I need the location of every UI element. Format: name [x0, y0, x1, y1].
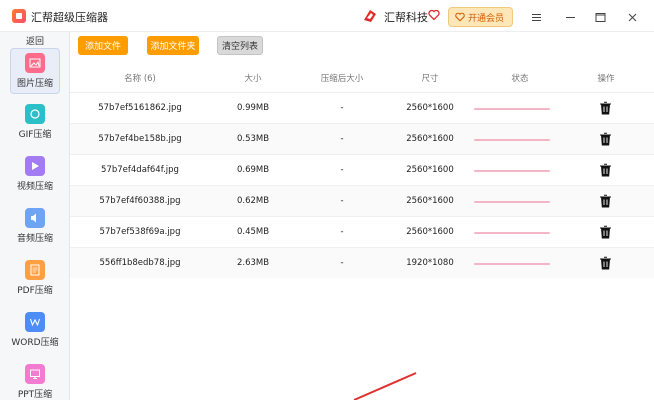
sidebar-item-word[interactable]: WORD压缩 — [10, 308, 60, 354]
maximize-icon — [595, 12, 605, 22]
file-name: 556ff1b8edb78.jpg — [99, 258, 181, 268]
compressed-size: - — [340, 165, 344, 175]
table-row[interactable]: 57b7ef4daf64f.jpg 0.69MB - 2560*1600 — [70, 154, 654, 185]
file-dimensions: 1920*1080 — [406, 258, 454, 268]
file-dimensions: 2560*1600 — [406, 196, 454, 206]
compressed-size: - — [340, 196, 344, 206]
audio-icon — [25, 208, 45, 228]
compressed-size: - — [340, 258, 344, 268]
ppt-icon — [25, 364, 45, 384]
heart-icon — [455, 12, 465, 22]
vip-button[interactable]: 开通会员 — [448, 7, 513, 27]
add-file-button[interactable]: 添加文件 — [78, 36, 128, 55]
compressed-size: - — [340, 227, 344, 237]
sidebar-item-label: PPT压缩 — [17, 390, 53, 400]
word-icon — [25, 312, 45, 332]
sidebar-item-video[interactable]: 视频压缩 — [10, 152, 60, 198]
table-row[interactable]: 556ff1b8edb78.jpg 2.63MB - 1920*1080 — [70, 247, 654, 278]
image-icon — [25, 53, 45, 73]
file-size: 0.53MB — [236, 134, 270, 144]
header-size: 大小 — [244, 74, 262, 84]
back-link[interactable]: 返回 — [0, 34, 70, 47]
sidebar-item-pdf[interactable]: PDF压缩 — [10, 256, 60, 302]
app-logo-icon — [12, 9, 26, 23]
sidebar-item-image[interactable]: 图片压缩 — [10, 48, 60, 94]
table-row[interactable]: 57b7ef4f60388.jpg 0.62MB - 2560*1600 — [70, 185, 654, 216]
delete-icon[interactable] — [599, 225, 612, 239]
sidebar-item-label: 视频压缩 — [16, 182, 53, 192]
status-progress-bar — [474, 232, 550, 234]
sidebar-item-label: 音频压缩 — [16, 234, 53, 244]
close-button[interactable] — [622, 7, 642, 27]
status-progress-bar — [474, 139, 550, 141]
delete-icon[interactable] — [599, 101, 612, 115]
add-folder-button[interactable]: 添加文件夹 — [147, 36, 199, 55]
sidebar-item-gif[interactable]: GIF压缩 — [10, 100, 60, 146]
title-bar: 汇帮超级压缩器 汇帮科技 开通会员 — [0, 0, 654, 32]
delete-icon[interactable] — [599, 194, 612, 208]
brand-name: 汇帮科技 — [384, 11, 428, 24]
status-progress-bar — [474, 170, 550, 172]
maximize-button[interactable] — [590, 7, 610, 27]
delete-icon[interactable] — [599, 256, 612, 270]
header-dimensions: 尺寸 — [421, 74, 439, 84]
clear-list-button[interactable]: 清空列表 — [217, 36, 263, 55]
menu-icon — [531, 13, 541, 21]
table-row[interactable]: 57b7ef5161862.jpg 0.99MB - 2560*1600 — [70, 92, 654, 123]
table-row[interactable]: 57b7ef538f69a.jpg 0.45MB - 2560*1600 — [70, 216, 654, 247]
sidebar-item-label: 图片压缩 — [16, 79, 53, 89]
file-dimensions: 2560*1600 — [406, 165, 454, 175]
file-name: 57b7ef538f69a.jpg — [99, 227, 181, 237]
file-dimensions: 2560*1600 — [406, 134, 454, 144]
brand-logo-icon — [364, 10, 376, 22]
status-progress-bar — [474, 108, 550, 110]
file-size: 0.45MB — [236, 227, 270, 237]
compressed-size: - — [340, 103, 344, 113]
table-row[interactable]: 57b7ef4be158b.jpg 0.53MB - 2560*1600 — [70, 123, 654, 154]
header-status: 状态 — [511, 74, 529, 84]
file-name: 57b7ef4be158b.jpg — [98, 134, 182, 144]
delete-icon[interactable] — [599, 163, 612, 177]
pdf-icon — [25, 260, 45, 280]
status-progress-bar — [474, 201, 550, 203]
sidebar-item-audio[interactable]: 音频压缩 — [10, 204, 60, 250]
gif-icon — [25, 104, 45, 124]
file-size: 0.99MB — [236, 103, 270, 113]
header-compressed-size: 压缩后大小 — [320, 74, 364, 84]
menu-button[interactable] — [526, 7, 546, 27]
app-title: 汇帮超级压缩器 — [31, 11, 108, 24]
status-progress-bar — [474, 263, 550, 265]
file-table: 名称 (6) 大小 压缩后大小 尺寸 状态 操作 57b7ef5161862.j… — [70, 62, 654, 400]
video-icon — [25, 156, 45, 176]
file-name: 57b7ef5161862.jpg — [98, 103, 182, 113]
table-header: 名称 (6) 大小 压缩后大小 尺寸 状态 操作 — [70, 62, 654, 92]
sidebar-item-ppt[interactable]: PPT压缩 — [10, 360, 60, 400]
compressed-size: - — [340, 134, 344, 144]
sidebar-item-label: PDF压缩 — [17, 286, 53, 296]
vip-button-label: 开通会员 — [468, 13, 505, 24]
heart-icon[interactable] — [428, 9, 440, 21]
sidebar: 返回 图片压缩 GIF压缩 视频压缩 音频压缩 PDF压缩 WORD压缩 PPT… — [0, 32, 70, 400]
file-size: 2.63MB — [236, 258, 270, 268]
close-icon — [628, 13, 636, 21]
file-size: 0.62MB — [236, 196, 270, 206]
minimize-icon — [565, 16, 575, 18]
file-size: 0.69MB — [236, 165, 270, 175]
delete-icon[interactable] — [599, 132, 612, 146]
file-dimensions: 2560*1600 — [406, 103, 454, 113]
sidebar-item-label: WORD压缩 — [11, 338, 59, 348]
file-dimensions: 2560*1600 — [406, 227, 454, 237]
sidebar-item-label: GIF压缩 — [18, 130, 52, 140]
header-actions: 操作 — [597, 74, 615, 84]
file-name: 57b7ef4f60388.jpg — [99, 196, 181, 206]
file-name: 57b7ef4daf64f.jpg — [101, 165, 179, 175]
header-name: 名称 (6) — [124, 74, 156, 84]
minimize-button[interactable] — [560, 7, 580, 27]
